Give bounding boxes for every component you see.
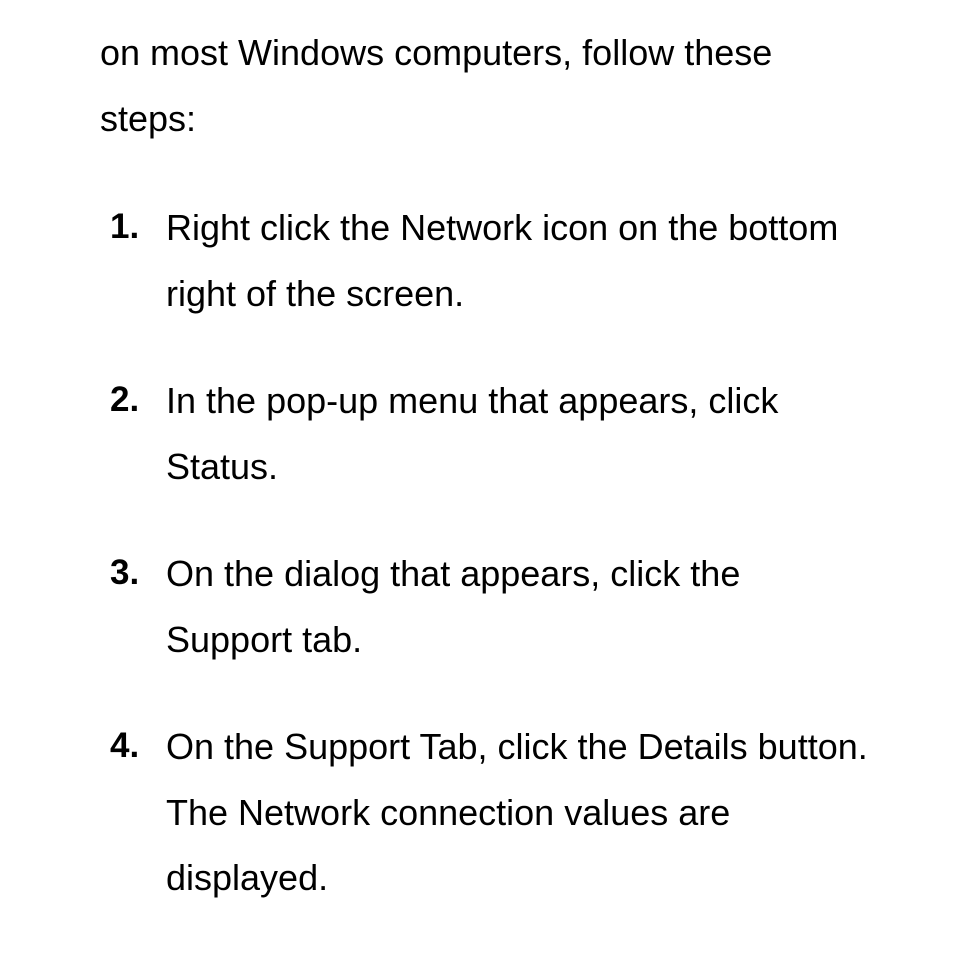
list-item: Right click the Network icon on the bott… — [110, 195, 874, 326]
list-item: In the pop-up menu that appears, click S… — [110, 368, 874, 499]
intro-paragraph: on most Windows computers, follow these … — [100, 20, 874, 151]
list-item: On the dialog that appears, click the Su… — [110, 541, 874, 672]
list-item: On the Support Tab, click the Details bu… — [110, 714, 874, 911]
steps-list: Right click the Network icon on the bott… — [100, 195, 874, 911]
